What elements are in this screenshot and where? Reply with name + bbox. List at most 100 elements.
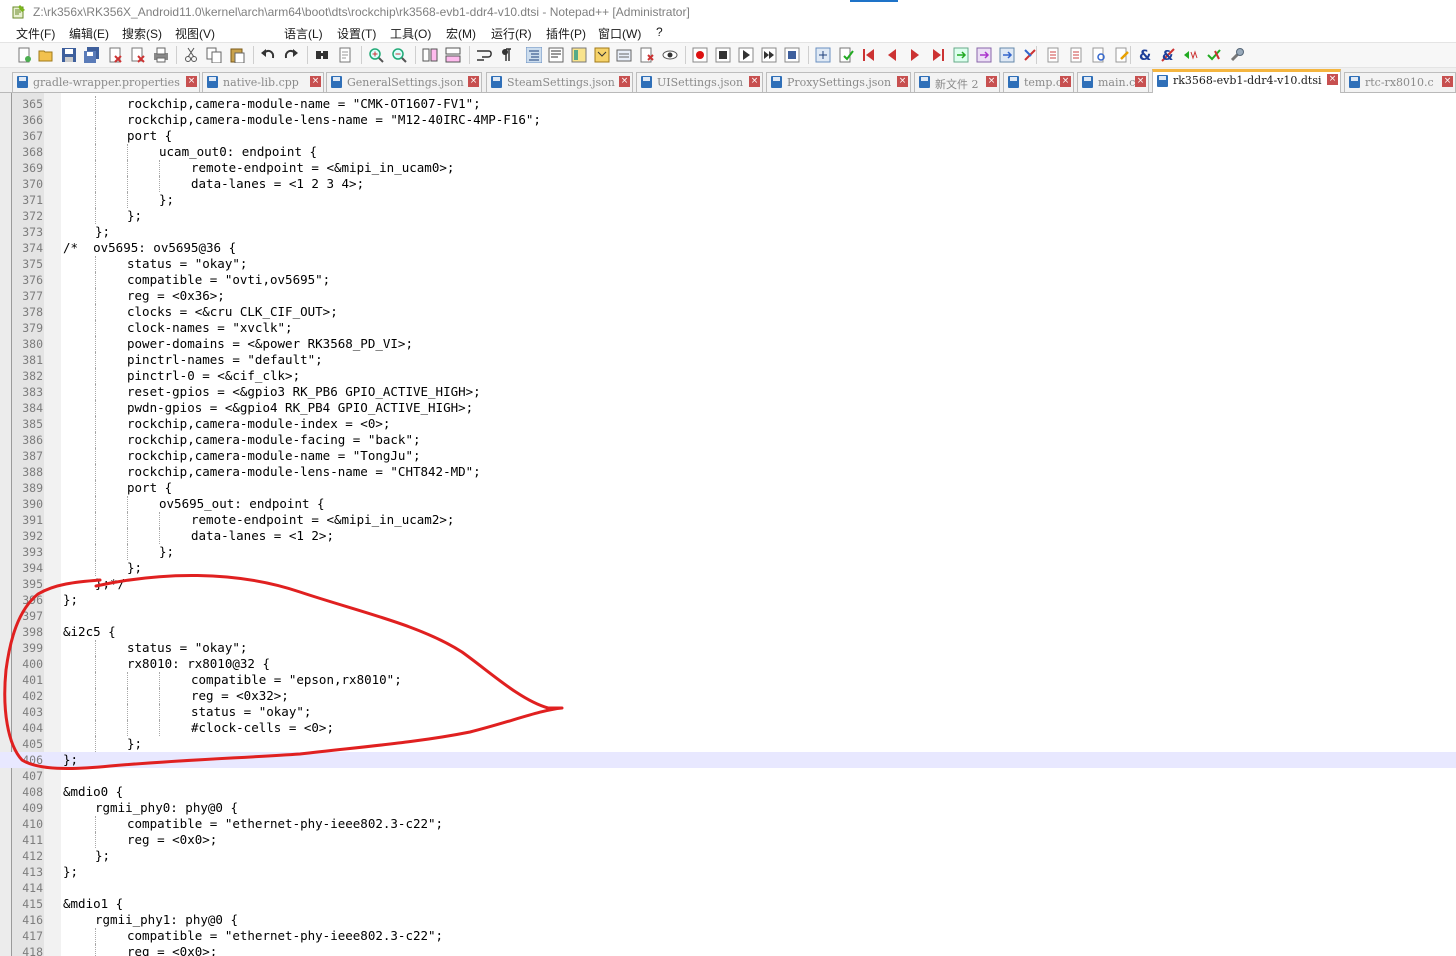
- sync-vertical-icon[interactable]: [422, 47, 438, 63]
- tab-generalsettings-json[interactable]: GeneralSettings.json ×: [326, 72, 482, 92]
- close-icon[interactable]: [107, 47, 123, 63]
- user-language-icon[interactable]: [548, 47, 564, 63]
- code-line[interactable]: 412};: [0, 848, 1456, 864]
- code-line[interactable]: 401 compatible = "epson,rx8010";: [0, 672, 1456, 688]
- tab-close-icon[interactable]: ×: [986, 76, 997, 87]
- tab-close-icon[interactable]: ×: [310, 76, 321, 87]
- tag-next-icon[interactable]: [1206, 47, 1222, 63]
- document-2-icon[interactable]: [1068, 47, 1084, 63]
- save-all-icon[interactable]: [84, 47, 100, 63]
- code-line[interactable]: 415 &mdio1 {: [0, 896, 1456, 912]
- code-line[interactable]: 396};: [0, 592, 1456, 608]
- code-line[interactable]: 369 remote-endpoint = <&mipi_in_ucam0>;: [0, 160, 1456, 176]
- word-wrap-icon[interactable]: [476, 47, 492, 63]
- tab-close-icon[interactable]: ×: [1327, 74, 1338, 85]
- tab-close-icon[interactable]: ×: [186, 76, 197, 87]
- replace-icon[interactable]: [337, 47, 353, 63]
- tab-close-icon[interactable]: ×: [1135, 76, 1146, 87]
- eye-icon[interactable]: [662, 47, 678, 63]
- last-diff-icon[interactable]: [930, 47, 946, 63]
- new-file-icon[interactable]: [16, 47, 32, 63]
- code-line[interactable]: 407: [0, 768, 1456, 784]
- macro-run-multiple-icon[interactable]: [761, 47, 777, 63]
- monitoring-icon[interactable]: [639, 47, 655, 63]
- code-line[interactable]: 397: [0, 608, 1456, 624]
- code-line[interactable]: 377 reg = <0x36>;: [0, 288, 1456, 304]
- code-line[interactable]: 418 reg = <0x0>;: [0, 944, 1456, 956]
- zoom-in-icon[interactable]: [368, 47, 384, 63]
- menu-help[interactable]: ?: [656, 25, 663, 39]
- code-line[interactable]: 379 clock-names = "xvclk";: [0, 320, 1456, 336]
- paste-icon[interactable]: [229, 47, 245, 63]
- ampersand-icon[interactable]: &: [1137, 47, 1153, 63]
- document-icon[interactable]: [1045, 47, 1061, 63]
- code-line[interactable]: 417 compatible = "ethernet-phy-ieee802.3-…: [0, 928, 1456, 944]
- macro-save-icon[interactable]: [784, 47, 800, 63]
- code-line[interactable]: 409 rgmii_phy0: phy@0 {: [0, 800, 1456, 816]
- code-line[interactable]: 403 status = "okay";: [0, 704, 1456, 720]
- code-line[interactable]: 408 &mdio0 {: [0, 784, 1456, 800]
- code-line[interactable]: 375 status = "okay";: [0, 256, 1456, 272]
- code-line[interactable]: 402 reg = <0x32>;: [0, 688, 1456, 704]
- macro-play-icon[interactable]: [738, 47, 754, 63]
- tab-native-lib-cpp[interactable]: native-lib.cpp ×: [202, 72, 324, 92]
- first-diff-icon[interactable]: [861, 47, 877, 63]
- code-line[interactable]: 390 ov5695_out: endpoint {: [0, 496, 1456, 512]
- menu-window[interactable]: 窗口(W): [598, 25, 641, 42]
- menu-view[interactable]: 视图(V): [175, 25, 215, 42]
- menu-run[interactable]: 运行(R): [491, 25, 532, 42]
- code-line[interactable]: 378 clocks = <&cru CLK_CIF_OUT>;: [0, 304, 1456, 320]
- tab-main-c[interactable]: main.c ×: [1077, 72, 1149, 92]
- code-line[interactable]: 382 pinctrl-0 = <&cif_clk>;: [0, 368, 1456, 384]
- code-line[interactable]: 389 port {: [0, 480, 1456, 496]
- diff-nav-1-icon[interactable]: [953, 47, 969, 63]
- code-line[interactable]: 376 compatible = "ovti,ov5695";: [0, 272, 1456, 288]
- code-line[interactable]: 411 reg = <0x0>;: [0, 832, 1456, 848]
- tab-close-icon[interactable]: ×: [1442, 76, 1453, 87]
- code-line[interactable]: 384 pwdn-gpios = <&gpio4 RK_PB4 GPIO_ACTI…: [0, 400, 1456, 416]
- code-line[interactable]: 380 power-domains = <&power RK3568_PD_VI>…: [0, 336, 1456, 352]
- code-line[interactable]: 386 rockchip,camera-module-facing = "back…: [0, 432, 1456, 448]
- cut-icon[interactable]: [183, 47, 199, 63]
- code-line[interactable]: 388 rockchip,camera-module-lens-name = "C…: [0, 464, 1456, 480]
- menu-search[interactable]: 搜索(S): [122, 25, 162, 42]
- print-icon[interactable]: [153, 47, 169, 63]
- code-line[interactable]: 372};: [0, 208, 1456, 224]
- menu-file[interactable]: 文件(F): [16, 25, 55, 42]
- find-icon[interactable]: [314, 47, 330, 63]
- menu-plugins[interactable]: 插件(P): [546, 25, 586, 42]
- code-line[interactable]: 410 compatible = "ethernet-phy-ieee802.3-…: [0, 816, 1456, 832]
- code-line[interactable]: 413};: [0, 864, 1456, 880]
- code-line[interactable]: 387 rockchip,camera-module-name = "TongJu…: [0, 448, 1456, 464]
- code-line[interactable]: 399 status = "okay";: [0, 640, 1456, 656]
- copy-icon[interactable]: [206, 47, 222, 63]
- code-line[interactable]: 404 #clock-cells = <0>;: [0, 720, 1456, 736]
- next-diff-icon[interactable]: [907, 47, 923, 63]
- undo-icon[interactable]: [260, 47, 276, 63]
- code-line[interactable]: 374 /* ov5695: ov5695@36 {: [0, 240, 1456, 256]
- doc-map-icon[interactable]: [571, 47, 587, 63]
- code-line[interactable]: 368 ucam_out0: endpoint {: [0, 144, 1456, 160]
- tag-prev-icon[interactable]: [1183, 47, 1199, 63]
- indent-guide-icon[interactable]: [526, 47, 542, 63]
- tools-icon[interactable]: &: [1160, 47, 1176, 63]
- redo-icon[interactable]: [283, 47, 299, 63]
- code-line[interactable]: 400 rx8010: rx8010@32 {: [0, 656, 1456, 672]
- code-line[interactable]: 383 reset-gpios = <&gpio3 RK_PB6 GPIO_ACT…: [0, 384, 1456, 400]
- settings-wrench-icon[interactable]: [1229, 47, 1245, 63]
- menu-language[interactable]: 语言(L): [284, 25, 323, 42]
- code-line[interactable]: 406};: [0, 752, 1456, 768]
- folder-workspace-icon[interactable]: [616, 47, 632, 63]
- menu-tools[interactable]: 工具(O): [390, 25, 431, 42]
- tab-uisettings-json[interactable]: UISettings.json ×: [636, 72, 763, 92]
- tab-rtc-rx8010-c[interactable]: rtc-rx8010.c ×: [1344, 72, 1456, 92]
- menu-edit[interactable]: 编辑(E): [69, 25, 109, 42]
- code-line[interactable]: 398 &i2c5 {: [0, 624, 1456, 640]
- compare-icon[interactable]: [815, 47, 831, 63]
- code-line[interactable]: 405};: [0, 736, 1456, 752]
- code-line[interactable]: 366 rockchip,camera-module-lens-name = "M…: [0, 112, 1456, 128]
- show-all-characters-icon[interactable]: [499, 47, 515, 63]
- prev-diff-icon[interactable]: [884, 47, 900, 63]
- macro-record-icon[interactable]: [692, 47, 708, 63]
- tab-close-icon[interactable]: ×: [619, 76, 630, 87]
